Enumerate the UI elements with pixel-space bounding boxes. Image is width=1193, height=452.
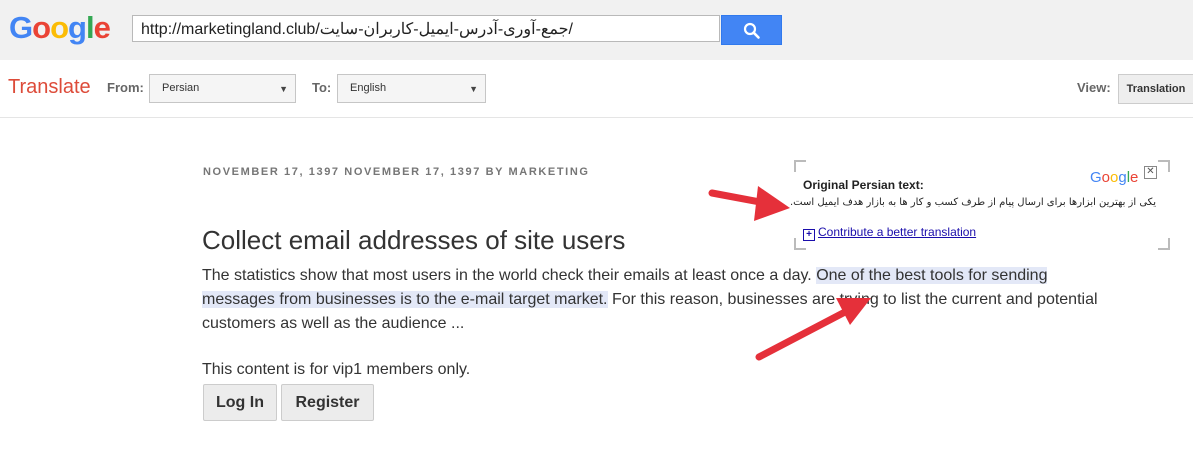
vip-notice: This content is for vip1 members only. bbox=[202, 361, 471, 378]
to-label: To: bbox=[312, 80, 332, 95]
popup-google-logo: Google bbox=[1090, 169, 1138, 186]
logo-letter: l bbox=[85, 10, 95, 45]
search-icon bbox=[743, 22, 760, 39]
post-meta: NOVEMBER 17, 1397 NOVEMBER 17, 1397 BY M… bbox=[203, 166, 590, 178]
logo-letter: e bbox=[93, 10, 111, 45]
to-language-value: English bbox=[350, 82, 387, 94]
logo-letter: o bbox=[1101, 169, 1111, 186]
contribute-link-text: Contribute a better translation bbox=[818, 225, 977, 239]
from-label: From: bbox=[107, 80, 144, 95]
post-excerpt: The statistics show that most users in t… bbox=[202, 264, 1102, 336]
logo-letter: g bbox=[1118, 169, 1127, 186]
arrow-to-original-text bbox=[708, 186, 790, 221]
logo-letter: o bbox=[32, 10, 51, 45]
from-language-value: Persian bbox=[162, 82, 200, 94]
search-button[interactable] bbox=[721, 15, 782, 45]
post-title[interactable]: Collect email addresses of site users bbox=[202, 225, 625, 256]
logo-letter: o bbox=[50, 10, 69, 45]
popup-corner bbox=[1158, 238, 1170, 250]
google-top-bar: Google http://marketingland.club/جمع-آور… bbox=[0, 0, 1193, 60]
view-translation-button[interactable]: Translation bbox=[1118, 74, 1193, 104]
close-icon[interactable]: ✕ bbox=[1144, 166, 1157, 179]
popup-corner bbox=[1158, 160, 1170, 172]
translate-toolbar: Translate From: Persian ▼ To: English ▼ … bbox=[0, 60, 1193, 118]
logo-letter: e bbox=[1130, 169, 1139, 186]
login-button[interactable]: Log In bbox=[203, 384, 277, 421]
original-persian-text: یکی از بهترین ابزارها برای ارسال پیام از… bbox=[790, 197, 1156, 208]
dropdown-arrow-icon: ▼ bbox=[279, 84, 288, 94]
logo-letter: G bbox=[1090, 169, 1102, 186]
original-text-popup: Google ✕ Original Persian text: یکی از ب… bbox=[790, 160, 1170, 250]
dropdown-arrow-icon: ▼ bbox=[469, 84, 478, 94]
contribute-translation-link[interactable]: + Contribute a better translation bbox=[803, 225, 976, 241]
original-text-label: Original Persian text: bbox=[803, 178, 924, 192]
from-language-select[interactable]: Persian ▼ bbox=[149, 74, 296, 103]
view-label: View: bbox=[1077, 80, 1111, 95]
plus-icon: + bbox=[803, 229, 815, 241]
excerpt-text-1: The statistics show that most users in t… bbox=[202, 267, 817, 284]
logo-letter: G bbox=[9, 10, 33, 45]
register-button[interactable]: Register bbox=[281, 384, 374, 421]
google-logo[interactable]: Google bbox=[9, 10, 111, 46]
url-input[interactable]: http://marketingland.club/جمع-آوری-آدرس-… bbox=[132, 15, 720, 42]
translate-title: Translate bbox=[8, 76, 91, 98]
popup-corner bbox=[794, 160, 806, 172]
to-language-select[interactable]: English ▼ bbox=[337, 74, 486, 103]
logo-letter: g bbox=[68, 10, 87, 45]
